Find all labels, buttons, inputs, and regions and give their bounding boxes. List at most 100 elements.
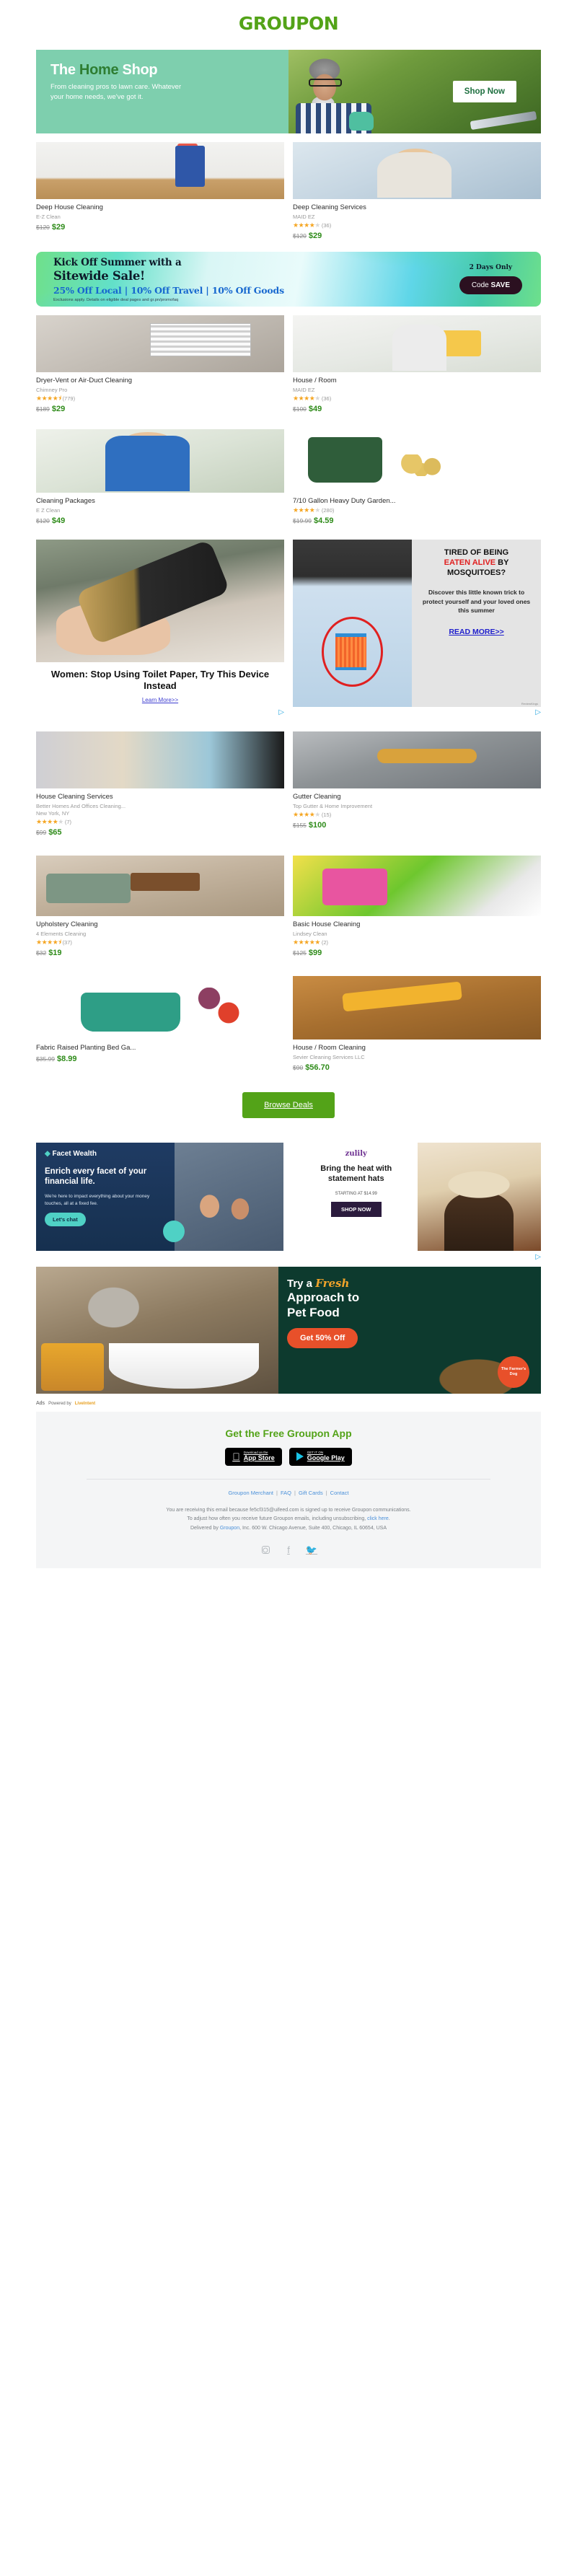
ad-copy-panel: TIRED OF BEING EATEN ALIVE BY MOSQUITOES… [412,540,541,707]
deal-card[interactable]: Upholstery Cleaning 4 Elements Cleaning … [36,856,284,957]
deal-title[interactable]: House / Room [293,377,541,384]
deal-card[interactable]: Deep Cleaning Services MAID EZ ★★★★★ (36… [293,142,541,240]
deal-image[interactable] [36,315,284,372]
groupon-link[interactable]: Groupon [220,1526,239,1531]
footer-links: Groupon Merchant | FAQ | Gift Cards | Contact [228,1489,349,1496]
deal-rating: ★★★★★ (2) [293,939,541,946]
deal-old-price: $125 [293,949,307,957]
deal-rating: ★★★★★ (280) [293,507,541,514]
deal-card[interactable]: House / Room MAID EZ ★★★★★ (36) $100 $49 [293,315,541,413]
deal-price: $99 $65 [36,828,284,837]
google-play-icon [296,1452,304,1461]
deal-title[interactable]: Gutter Cleaning [293,793,541,801]
hero-image: Shop Now [288,50,541,133]
email-body: GROUPON The Home Shop From cleaning pros… [0,0,577,1588]
deal-card[interactable]: Deep House Cleaning E-Z Clean $120 $29 [36,142,284,240]
social-links: f 🐦 [36,1544,541,1555]
deal-image[interactable] [36,856,284,916]
ad-image[interactable] [36,540,284,662]
deal-title[interactable]: Upholstery Cleaning [36,920,284,928]
instagram-icon[interactable] [260,1545,270,1555]
ads-label: Ads [36,1401,45,1406]
adchoices-icon[interactable]: ▷ [278,708,284,716]
ad-image [163,1143,283,1251]
deal-title[interactable]: Deep Cleaning Services [293,203,541,211]
deal-image[interactable] [293,856,541,916]
ad-cta-button[interactable]: SHOP NOW [330,1201,382,1217]
deal-merchant: Sevier Cleaning Services LLC [293,1054,365,1060]
footer-link-contact[interactable]: Contact [330,1490,349,1496]
ad-copy-panel: zulily Bring the heat with statement hat… [294,1143,418,1251]
star-icons: ★★★★⯨ [36,938,61,946]
deal-image[interactable] [36,429,284,493]
apple-icon:  [232,1451,240,1461]
deal-image[interactable] [36,976,284,1039]
deal-new-price: $100 [308,821,327,830]
deal-card[interactable]: House Cleaning Services Better Homes And… [36,731,284,837]
footer-link-gift-cards[interactable]: Gift Cards [299,1490,323,1496]
ad-facet-wealth[interactable]: ◆ Facet Wealth Enrich every facet of you… [36,1143,283,1251]
footer-link-groupon-merchant[interactable]: Groupon Merchant [228,1490,273,1496]
shears-shape [470,110,537,131]
deal-title[interactable]: Deep House Cleaning [36,203,284,211]
deal-card[interactable]: 7/10 Gallon Heavy Duty Garden... ★★★★★ (… [293,429,541,525]
deal-new-price: $65 [48,828,62,837]
deal-row-2: Dryer-Vent or Air-Duct Cleaning Chimney … [36,315,541,413]
twitter-icon[interactable]: 🐦 [306,1544,317,1555]
ad-cta-button[interactable]: Get 50% Off [287,1328,358,1349]
deal-title[interactable]: House Cleaning Services [36,793,284,801]
footer-divider [87,1478,490,1480]
deal-title[interactable]: Basic House Cleaning [293,920,541,928]
ad-zulily[interactable]: zulily Bring the heat with statement hat… [294,1143,541,1251]
deal-image[interactable] [293,976,541,1039]
deal-image[interactable] [36,142,284,199]
ad-read-more-link[interactable]: READ MORE>> [419,628,534,636]
deal-new-price: $29 [308,232,322,240]
ad-image [36,1267,278,1394]
sitewide-sale-banner[interactable]: Kick Off Summer with a Sitewide Sale! 25… [36,252,541,307]
deal-card[interactable]: Dryer-Vent or Air-Duct Cleaning Chimney … [36,315,284,413]
deal-review-count: (7) [64,818,72,825]
browse-deals-button[interactable]: Browse Deals [242,1092,335,1118]
deal-new-price: $49 [308,405,322,413]
ad-image [417,1143,541,1251]
ad-mosquito[interactable]: TIRED OF BEING EATEN ALIVE BY MOSQUITOES… [293,540,541,716]
liveintent-logo: LiveIntent [74,1401,96,1406]
ad-pet-food[interactable]: Try a Fresh Approach to Pet Food Get 50%… [36,1267,541,1394]
star-icons: ★★★★⯨ [36,395,61,402]
deal-title[interactable]: House / Room Cleaning [293,1044,541,1052]
deal-card[interactable]: Fabric Raised Planting Bed Ga... $35.99 $… [36,976,284,1072]
unsubscribe-link[interactable]: click here [367,1516,389,1521]
shop-now-button[interactable]: Shop Now [452,81,516,102]
adchoices-icon[interactable]: ▷ [535,1253,541,1261]
hero-banner[interactable]: The Home Shop From cleaning pros to lawn… [36,50,541,133]
deal-new-price: $4.59 [314,516,334,525]
groupon-logo[interactable]: GROUPON [239,13,339,34]
deal-title[interactable]: 7/10 Gallon Heavy Duty Garden... [293,497,541,505]
promo-code-button[interactable]: Code SAVE [459,276,522,294]
deal-image[interactable] [293,142,541,199]
app-badges:  Download on the App Store GET IT ON Go… [36,1448,541,1466]
deal-image[interactable] [293,315,541,372]
deal-image[interactable] [293,731,541,788]
app-store-badge[interactable]:  Download on the App Store [225,1448,282,1466]
google-play-badge[interactable]: GET IT ON Google Play [288,1448,352,1466]
deal-merchant: Chimney Pro [36,387,68,393]
ad-learn-more-link[interactable]: Learn More>> [36,697,284,703]
deal-title[interactable]: Dryer-Vent or Air-Duct Cleaning [36,377,284,384]
facebook-icon[interactable]: f [283,1544,294,1555]
footer-link-faq[interactable]: FAQ [281,1490,291,1496]
deal-card[interactable]: House / Room Cleaning Sevier Cleaning Se… [293,976,541,1072]
deal-card[interactable]: Basic House Cleaning Lindsey Clean ★★★★★… [293,856,541,957]
deal-title[interactable]: Cleaning Packages [36,497,284,505]
deal-card[interactable]: Gutter Cleaning Top Gutter & Home Improv… [293,731,541,837]
ad-body[interactable]: TIRED OF BEING EATEN ALIVE BY MOSQUITOES… [293,540,541,707]
adchoices-icon[interactable]: ▷ [535,708,541,716]
legal-line-3: Delivered by Groupon, Inc. 600 W. Chicag… [79,1524,498,1534]
deal-card[interactable]: Cleaning Packages E Z Clean $120 $49 [36,429,284,525]
deal-image[interactable] [293,429,541,493]
ad-cta-button[interactable]: Let's chat [45,1213,86,1227]
deal-title[interactable]: Fabric Raised Planting Bed Ga... [36,1044,284,1052]
ad-blaux-device[interactable]: Women: Stop Using Toilet Paper, Try This… [36,540,284,716]
deal-image[interactable] [36,731,284,788]
